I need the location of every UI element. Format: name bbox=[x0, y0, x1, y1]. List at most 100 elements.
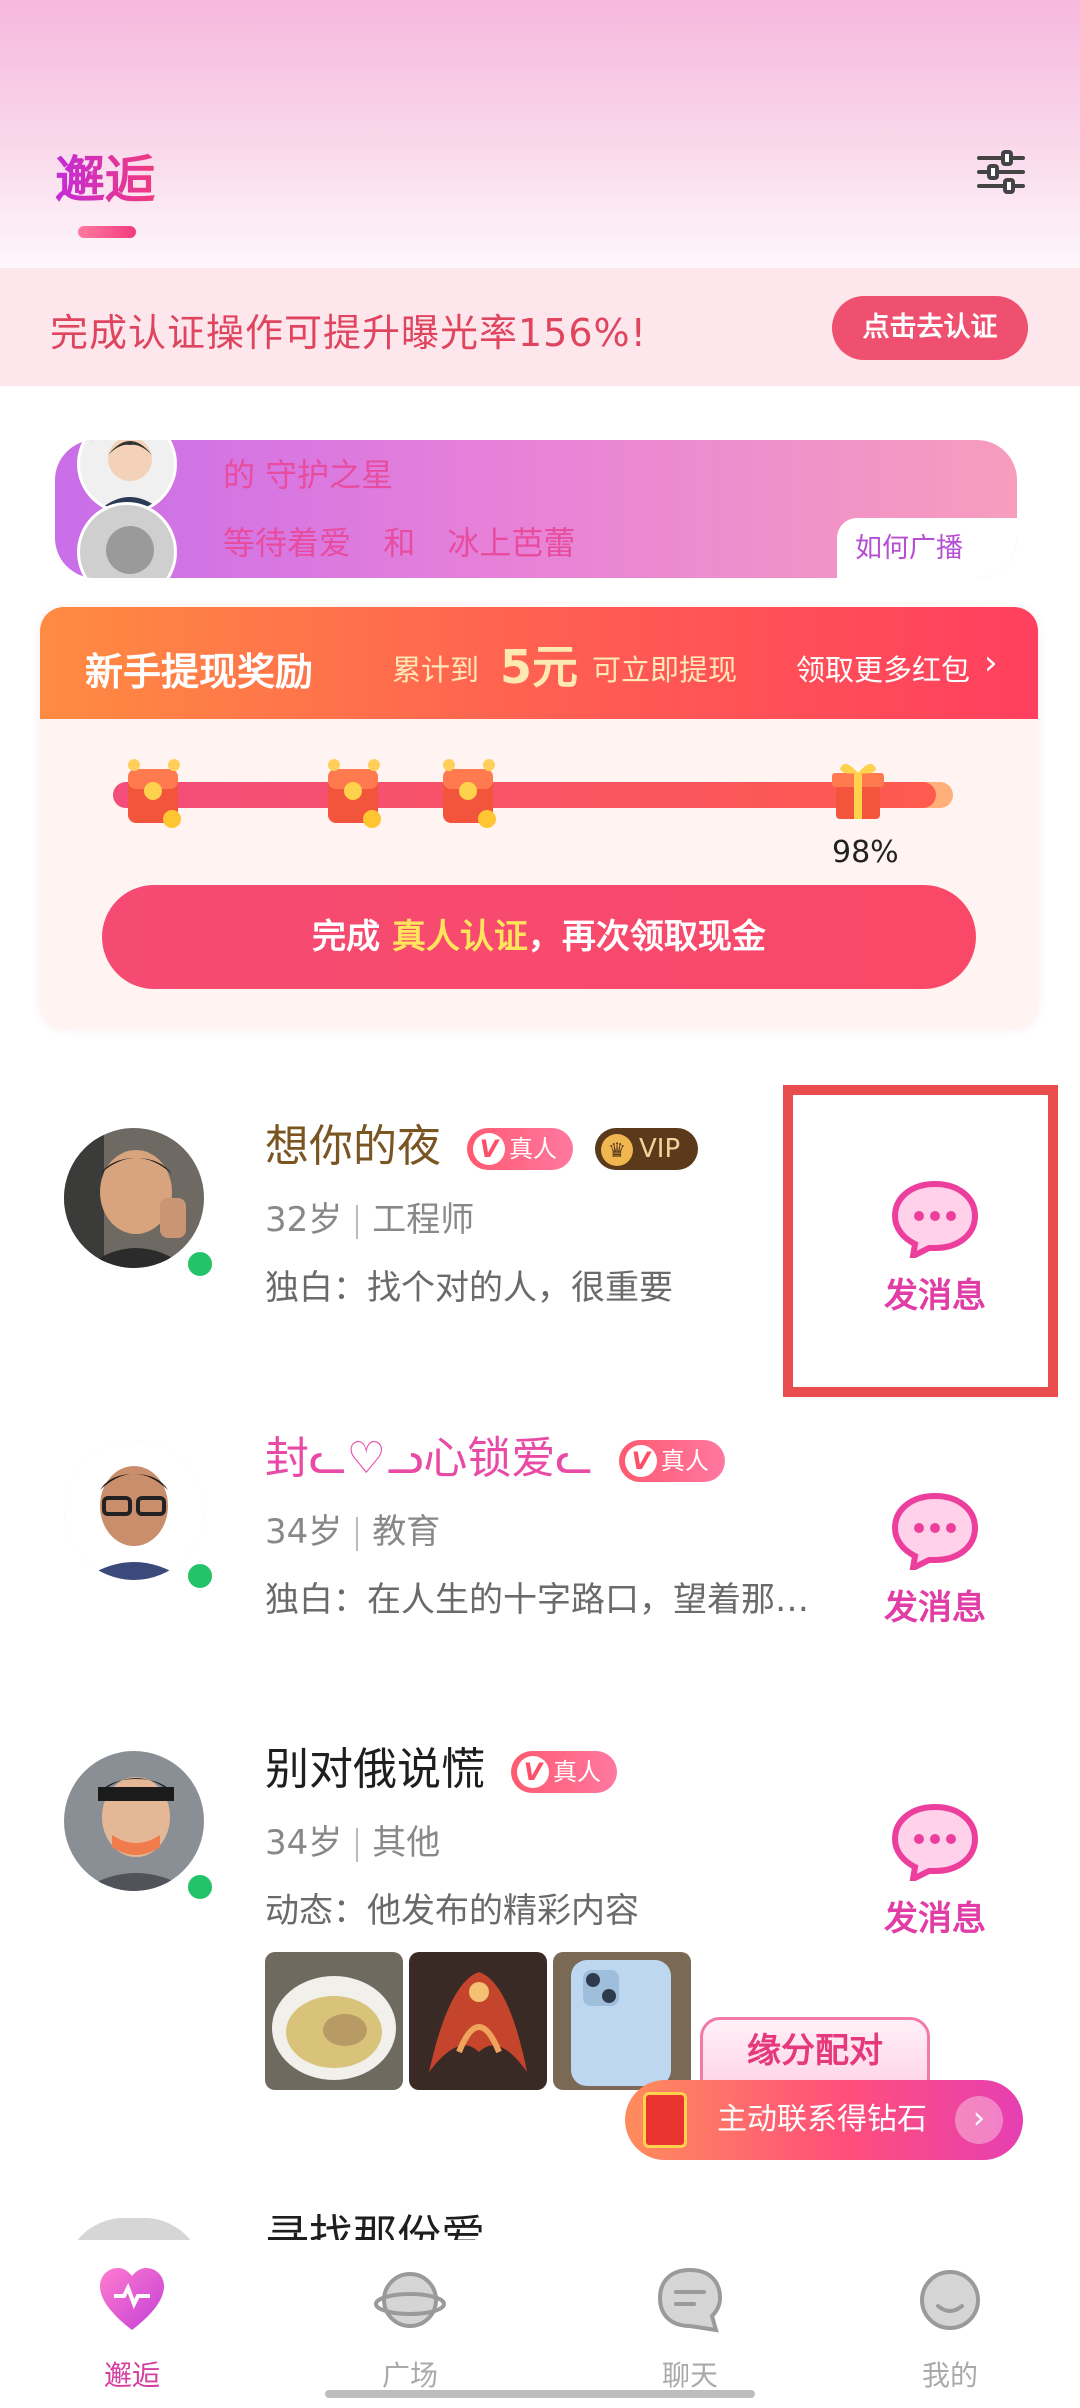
user-bio: 独白：在人生的十字路口，望着那… bbox=[265, 1580, 809, 1620]
gift-icon bbox=[832, 763, 884, 819]
user-meta: 34岁 教育 bbox=[265, 1504, 440, 1553]
user-meta: 34岁 其他 bbox=[265, 1815, 440, 1864]
chat-icon bbox=[657, 2267, 723, 2333]
v-icon: V bbox=[473, 1133, 505, 1165]
send-message-button[interactable]: 发消息 bbox=[875, 1803, 995, 1943]
broadcast-line: 等待着爱 和 冰上芭蕾 bbox=[223, 518, 575, 564]
user-name-row: 想你的夜 V 真人 ♛ VIP bbox=[265, 1110, 699, 1174]
nav-label: 聊天 bbox=[661, 2359, 718, 2392]
online-indicator bbox=[184, 1560, 216, 1592]
divider bbox=[356, 1516, 359, 1551]
chevron-right-icon: › bbox=[984, 643, 998, 683]
user-job: 教育 bbox=[372, 1512, 441, 1552]
heart-icon bbox=[100, 2268, 164, 2330]
go-certify-button[interactable]: 点击去认证 bbox=[832, 296, 1028, 360]
user-job: 工程师 bbox=[372, 1200, 475, 1240]
chat-bubble-icon bbox=[891, 1492, 979, 1574]
sliders-icon[interactable] bbox=[975, 146, 1027, 198]
highlight-box bbox=[783, 1085, 1058, 1397]
reward-card: 新手提现奖励 累计到 5元 可立即提现 领取更多红包 › 98% 完成 真人认证… bbox=[40, 607, 1038, 1027]
user-age: 34岁 bbox=[265, 1512, 343, 1552]
real-person-badge: V 真人 bbox=[618, 1440, 725, 1482]
online-indicator bbox=[184, 1248, 216, 1280]
nav-plaza[interactable]: 广场 bbox=[320, 2264, 500, 2394]
broadcast-banner[interactable]: 的 守护之星 等待着爱 和 冰上芭蕾 如何广播 bbox=[55, 440, 1017, 578]
reward-post: 可立即提现 bbox=[592, 653, 738, 687]
photo-thumbnail[interactable] bbox=[265, 1952, 403, 2090]
avatar[interactable] bbox=[64, 1440, 204, 1580]
header: 邂逅 bbox=[0, 120, 1080, 250]
online-indicator bbox=[184, 1871, 216, 1903]
user-job: 其他 bbox=[372, 1823, 441, 1863]
contact-reward-label: 主动联系得钻石 bbox=[717, 2102, 927, 2137]
divider bbox=[356, 1827, 359, 1862]
home-indicator bbox=[325, 2390, 755, 2398]
nav-chat[interactable]: 聊天 bbox=[600, 2264, 780, 2394]
redpack-icon bbox=[328, 759, 381, 828]
nav-label: 广场 bbox=[381, 2359, 438, 2392]
user-name-row: 别对俄说慌 V 真人 bbox=[265, 1733, 617, 1797]
user-bio: 动态：他发布的精彩内容 bbox=[265, 1891, 639, 1931]
user-name: 想你的夜 bbox=[265, 1121, 441, 1172]
chat-bubble-icon bbox=[891, 1803, 979, 1885]
user-meta: 32岁 工程师 bbox=[265, 1192, 474, 1241]
broadcast-text: 的 守护之星 bbox=[223, 456, 394, 494]
more-redpacks-link[interactable]: 领取更多红包 bbox=[796, 647, 970, 689]
v-icon: V bbox=[624, 1445, 657, 1477]
nav-label: 我的 bbox=[921, 2359, 978, 2392]
reward-pre: 累计到 bbox=[392, 653, 480, 687]
progress-percent: 98% bbox=[832, 835, 899, 870]
badge-label: 真人 bbox=[553, 1758, 601, 1786]
btn-highlight: 真人认证 bbox=[391, 917, 528, 957]
fate-match-tag[interactable]: 缘分配对 bbox=[700, 2017, 930, 2087]
real-person-badge: V 真人 bbox=[511, 1751, 617, 1793]
badge-label: 真人 bbox=[509, 1135, 557, 1163]
crown-icon: ♛ bbox=[601, 1134, 633, 1166]
avatar bbox=[77, 502, 177, 578]
nav-encounter[interactable]: 邂逅 bbox=[42, 2264, 222, 2394]
btn-pre: 完成 bbox=[312, 917, 392, 957]
cert-text: 完成认证操作可提升曝光率156%! bbox=[50, 311, 647, 355]
redpack-icon bbox=[643, 2092, 687, 2148]
broadcast-row: 的 守护之星 bbox=[55, 440, 1017, 514]
chevron-right-icon: › bbox=[955, 2096, 1003, 2144]
bottom-nav: 邂逅 广场 聊天 我的 bbox=[0, 2240, 1080, 2408]
photo-thumbnail[interactable] bbox=[553, 1952, 691, 2090]
avatar[interactable] bbox=[64, 1751, 204, 1891]
broadcast-user-a[interactable]: 等待着爱 bbox=[223, 524, 351, 562]
cert-banner: 完成认证操作可提升曝光率156%! 点击去认证 bbox=[0, 268, 1080, 386]
reward-header[interactable]: 新手提现奖励 累计到 5元 可立即提现 领取更多红包 › bbox=[40, 607, 1038, 719]
nav-label: 邂逅 bbox=[103, 2359, 160, 2392]
badge-label: VIP bbox=[639, 1134, 681, 1164]
send-message-button[interactable]: 发消息 bbox=[875, 1492, 995, 1632]
broadcast-and: 和 bbox=[383, 524, 416, 562]
certify-claim-button[interactable]: 完成 真人认证，再次领取现金 bbox=[102, 885, 976, 989]
photo-thumbnail[interactable] bbox=[409, 1952, 547, 2090]
broadcast-user-b[interactable]: 冰上芭蕾 bbox=[447, 524, 575, 562]
user-name: 别对俄说慌 bbox=[265, 1744, 485, 1795]
user-bio: 独白：找个对的人，很重要 bbox=[265, 1268, 673, 1308]
send-message-label: 发消息 bbox=[884, 1588, 986, 1628]
redpack-icon bbox=[443, 759, 496, 828]
tab-encounter[interactable]: 邂逅 bbox=[55, 140, 155, 212]
user-name: 封ᓚ♡ᓗ心锁爱ᓚ bbox=[265, 1433, 593, 1484]
user-age: 34岁 bbox=[265, 1823, 343, 1863]
badge-label: 真人 bbox=[660, 1447, 709, 1475]
progress-fill bbox=[113, 782, 937, 808]
v-icon: V bbox=[517, 1756, 549, 1788]
divider bbox=[356, 1204, 359, 1239]
avatar[interactable] bbox=[64, 1128, 204, 1268]
nav-profile[interactable]: 我的 bbox=[860, 2264, 1040, 2394]
user-age: 32岁 bbox=[265, 1200, 343, 1240]
send-message-label: 发消息 bbox=[884, 1899, 986, 1939]
btn-post: ，再次领取现金 bbox=[527, 917, 766, 957]
user-name-row: 封ᓚ♡ᓗ心锁爱ᓚ V 真人 bbox=[265, 1422, 725, 1486]
reward-amount: 5元 bbox=[500, 640, 579, 694]
redpack-icon bbox=[128, 759, 181, 828]
vip-badge: ♛ VIP bbox=[595, 1128, 699, 1170]
contact-reward-button[interactable]: 主动联系得钻石 › bbox=[625, 2080, 1023, 2160]
reward-progress bbox=[113, 782, 953, 808]
reward-title: 新手提现奖励 bbox=[85, 650, 314, 694]
how-to-broadcast-link[interactable]: 如何广播 bbox=[837, 518, 1017, 578]
tab-underline bbox=[78, 226, 136, 238]
